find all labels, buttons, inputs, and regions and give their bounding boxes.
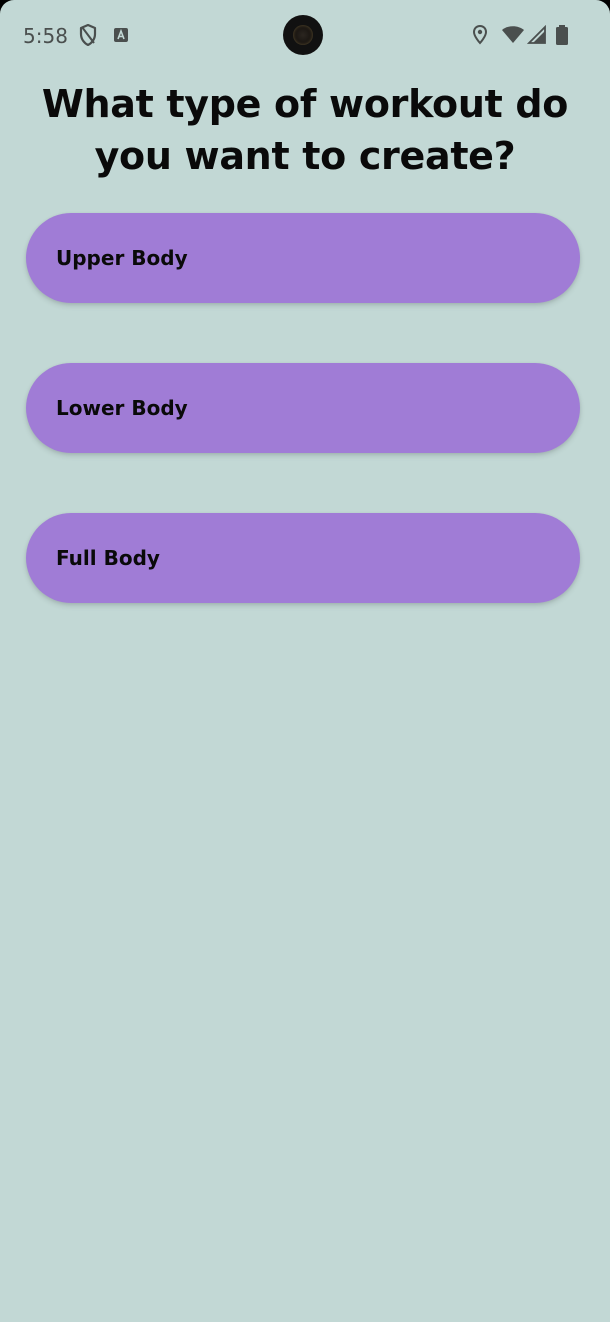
app-screen: 5:58 What type of workout do you want to… xyxy=(0,0,610,1322)
camera-lens-icon xyxy=(293,25,313,45)
status-time: 5:58 xyxy=(23,24,68,48)
upper-body-label: Upper Body xyxy=(56,246,188,270)
upper-body-button[interactable]: Upper Body xyxy=(26,213,580,303)
wifi-icon xyxy=(501,24,525,46)
lower-body-label: Lower Body xyxy=(56,396,188,420)
lower-body-button[interactable]: Lower Body xyxy=(26,363,580,453)
shield-icon xyxy=(79,24,97,46)
text-box-icon xyxy=(113,24,129,46)
page-title: What type of workout do you want to crea… xyxy=(41,82,569,178)
status-bar: 5:58 xyxy=(0,0,610,70)
battery-icon xyxy=(555,24,569,46)
full-body-label: Full Body xyxy=(56,546,160,570)
location-pin-icon xyxy=(472,24,488,46)
camera-cutout xyxy=(283,15,323,55)
full-body-button[interactable]: Full Body xyxy=(26,513,580,603)
cell-signal-icon xyxy=(527,24,547,46)
